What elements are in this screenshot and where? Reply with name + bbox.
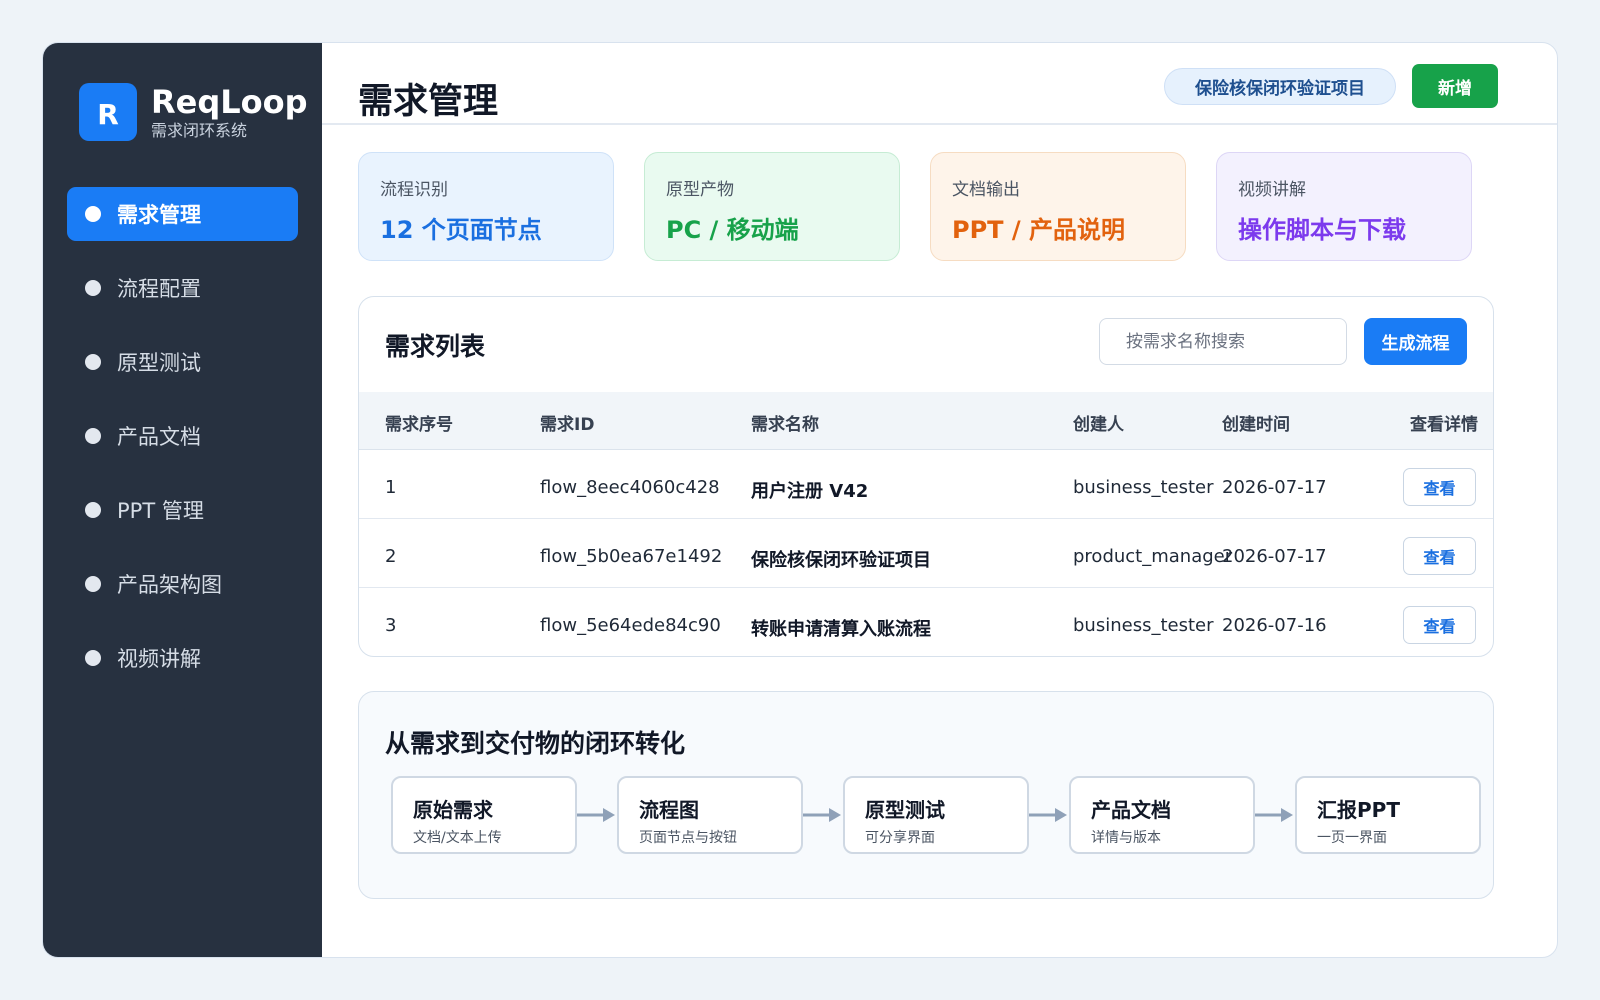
brand-name: ReqLoop: [151, 83, 308, 121]
cell-created: 2026-07-17: [1222, 477, 1327, 498]
stat-value: 操作脚本与下载: [1238, 216, 1406, 244]
step-title: 原型测试: [865, 798, 945, 822]
column-header: 创建人: [1073, 415, 1124, 435]
arrow-right-icon: [1255, 808, 1293, 822]
sidebar-item-label: 流程配置: [117, 277, 201, 301]
stat-card-flow: 流程识别 12 个页面节点: [358, 152, 614, 261]
pipeline-step: 原始需求 文档/文本上传: [391, 776, 577, 854]
dot-icon: [85, 206, 101, 222]
sidebar-item-prototype-test[interactable]: 原型测试: [67, 335, 298, 389]
step-subtitle: 详情与版本: [1091, 830, 1161, 846]
search-input[interactable]: [1099, 318, 1347, 365]
table-row: 2 flow_5b0ea67e1492 保险核保闭环验证项目 product_m…: [359, 520, 1493, 588]
brand-logo: R: [79, 83, 137, 141]
brand-subtitle: 需求闭环系统: [151, 121, 248, 140]
pipeline-step: 原型测试 可分享界面: [843, 776, 1029, 854]
arrow-right-icon: [803, 808, 841, 822]
cell-name: 转账申请清算入账流程: [751, 619, 931, 640]
sidebar-item-requirements[interactable]: 需求管理: [67, 187, 298, 241]
column-header: 需求名称: [751, 415, 819, 435]
stat-label: 文档输出: [952, 180, 1020, 200]
arrow-right-icon: [1029, 808, 1067, 822]
table-header: 需求序号 需求ID 需求名称 创建人 创建时间 查看详情: [359, 392, 1493, 450]
cell-created: 2026-07-17: [1222, 546, 1327, 567]
project-chip[interactable]: 保险核保闭环验证项目: [1164, 68, 1396, 105]
topbar: 需求管理 保险核保闭环验证项目 新增: [322, 43, 1557, 125]
cell-name: 保险核保闭环验证项目: [751, 550, 931, 571]
cell-index: 3: [385, 615, 397, 636]
step-subtitle: 文档/文本上传: [413, 830, 502, 846]
dot-icon: [85, 428, 101, 444]
sidebar-item-label: 原型测试: [117, 351, 201, 375]
dot-icon: [85, 280, 101, 296]
cell-creator: business_tester: [1073, 615, 1214, 636]
page-title: 需求管理: [358, 82, 499, 122]
cell-id: flow_5b0ea67e1492: [540, 546, 723, 567]
stat-card-prototype: 原型产物 PC / 移动端: [644, 152, 900, 261]
step-subtitle: 可分享界面: [865, 830, 935, 846]
column-header: 查看详情: [1410, 415, 1478, 435]
dot-icon: [85, 576, 101, 592]
dot-icon: [85, 354, 101, 370]
panel-title: 需求列表: [385, 332, 486, 361]
cell-created: 2026-07-16: [1222, 615, 1327, 636]
stat-card-docs: 文档输出 PPT / 产品说明: [930, 152, 1186, 261]
pipeline-step: 产品文档 详情与版本: [1069, 776, 1255, 854]
main-content: 需求管理 保险核保闭环验证项目 新增 流程识别 12 个页面节点 原型产物 PC…: [322, 43, 1557, 957]
sidebar-item-ppt[interactable]: PPT 管理: [67, 483, 298, 537]
step-title: 产品文档: [1091, 798, 1171, 822]
pipeline-step: 汇报PPT 一页一界面: [1295, 776, 1481, 854]
stat-card-video: 视频讲解 操作脚本与下载: [1216, 152, 1472, 261]
pipeline-step: 流程图 页面节点与按钮: [617, 776, 803, 854]
step-subtitle: 页面节点与按钮: [639, 830, 737, 846]
brand: R ReqLoop 需求闭环系统: [79, 83, 308, 141]
column-header: 需求序号: [385, 415, 453, 435]
dot-icon: [85, 502, 101, 518]
table-row: 1 flow_8eec4060c428 用户注册 V42 business_te…: [359, 451, 1493, 519]
sidebar-item-label: 需求管理: [117, 203, 201, 227]
arrow-right-icon: [577, 808, 615, 822]
view-button[interactable]: 查看: [1403, 537, 1476, 575]
dot-icon: [85, 650, 101, 666]
table-row: 3 flow_5e64ede84c90 转账申请清算入账流程 business_…: [359, 589, 1493, 656]
sidebar-item-label: 产品文档: [117, 425, 201, 449]
stat-value: 12 个页面节点: [380, 216, 542, 244]
sidebar: R ReqLoop 需求闭环系统 需求管理 流程配置 原型测试 产品文档 PPT…: [43, 43, 322, 957]
add-button[interactable]: 新增: [1412, 64, 1498, 108]
step-title: 汇报PPT: [1317, 798, 1400, 822]
view-button[interactable]: 查看: [1403, 606, 1476, 644]
stat-value: PPT / 产品说明: [952, 216, 1126, 244]
sidebar-item-video[interactable]: 视频讲解: [67, 631, 298, 685]
app-window: R ReqLoop 需求闭环系统 需求管理 流程配置 原型测试 产品文档 PPT…: [42, 42, 1558, 958]
cell-id: flow_8eec4060c428: [540, 477, 720, 498]
step-subtitle: 一页一界面: [1317, 830, 1387, 846]
view-button[interactable]: 查看: [1403, 468, 1476, 506]
cell-creator: business_tester: [1073, 477, 1214, 498]
stat-label: 视频讲解: [1238, 180, 1306, 200]
cell-id: flow_5e64ede84c90: [540, 615, 721, 636]
stat-value: PC / 移动端: [666, 216, 799, 244]
stat-label: 流程识别: [380, 180, 448, 200]
sidebar-item-product-docs[interactable]: 产品文档: [67, 409, 298, 463]
sidebar-item-architecture[interactable]: 产品架构图: [67, 557, 298, 611]
stat-label: 原型产物: [666, 180, 734, 200]
step-title: 流程图: [639, 798, 699, 822]
sidebar-item-label: PPT 管理: [117, 499, 204, 523]
cell-index: 1: [385, 477, 397, 498]
column-header: 创建时间: [1222, 415, 1290, 435]
generate-flow-button[interactable]: 生成流程: [1364, 318, 1467, 365]
step-title: 原始需求: [413, 798, 493, 822]
cell-index: 2: [385, 546, 397, 567]
cell-name: 用户注册 V42: [751, 481, 869, 502]
column-header: 需求ID: [540, 415, 595, 435]
sidebar-nav: 需求管理 流程配置 原型测试 产品文档 PPT 管理 产品架构图 视频讲解: [67, 187, 298, 705]
sidebar-item-flow-config[interactable]: 流程配置: [67, 261, 298, 315]
sidebar-item-label: 产品架构图: [117, 573, 222, 597]
pipeline-title: 从需求到交付物的闭环转化: [385, 729, 686, 758]
sidebar-item-label: 视频讲解: [117, 647, 201, 671]
requirements-panel: 需求列表 生成流程 需求序号 需求ID 需求名称 创建人 创建时间 查看详情 1…: [358, 296, 1494, 657]
pipeline-panel: 从需求到交付物的闭环转化 原始需求 文档/文本上传 流程图 页面节点与按钮 原型…: [358, 691, 1494, 899]
cell-creator: product_manager: [1073, 546, 1233, 567]
